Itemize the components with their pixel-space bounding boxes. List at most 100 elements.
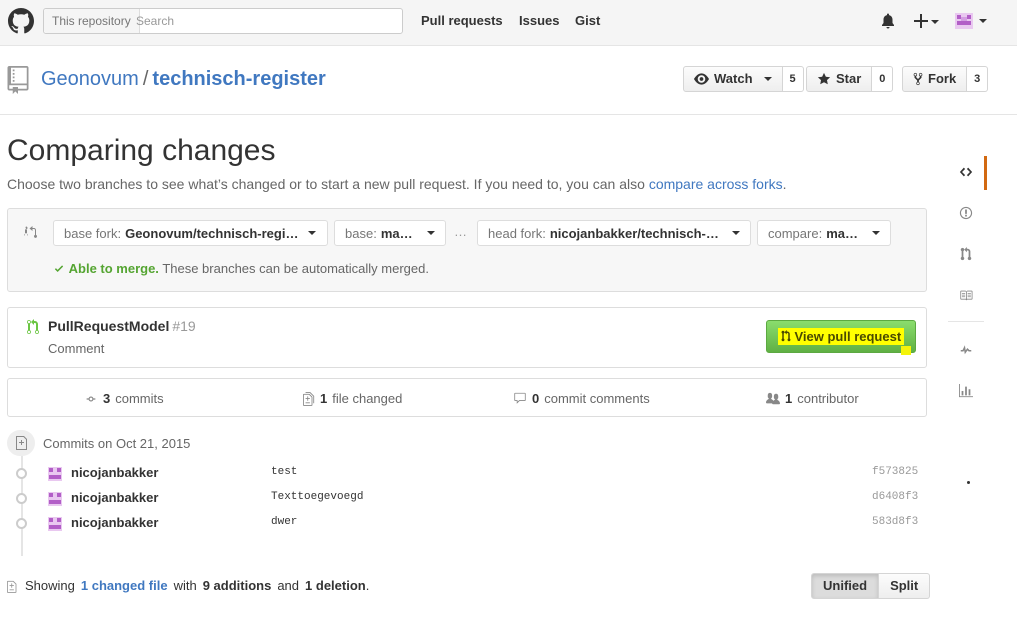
base-fork-label: base fork: [64, 225, 122, 241]
pull-request-number: #19 [172, 318, 196, 334]
split-view-button[interactable]: Split [879, 573, 931, 599]
highlight-marker-tail [901, 346, 911, 355]
unified-view-button[interactable]: Unified [811, 573, 880, 599]
files-label: file changed [332, 391, 403, 406]
watch-label: Watch [714, 71, 753, 86]
existing-pull-request: PullRequestModel #19 Comment View pull re… [7, 307, 927, 368]
eye-icon [694, 73, 709, 85]
file-diff-icon [7, 580, 17, 593]
chevron-down-icon [308, 231, 317, 235]
user-avatar-menu-icon[interactable] [954, 11, 988, 31]
star-icon [817, 72, 831, 85]
base-fork-dropdown[interactable]: base fork: Geonovum/technisch-regi… [53, 220, 328, 246]
chevron-down-icon [732, 231, 740, 235]
compare-arrows-icon [24, 226, 37, 238]
pull-request-icon [781, 330, 791, 342]
contributors-count: 1 [785, 391, 793, 406]
chevron-down-icon [872, 231, 880, 235]
author-avatar[interactable] [48, 517, 62, 531]
nav-gist[interactable]: Gist [575, 13, 600, 28]
commits-group-icon [7, 430, 35, 456]
commit-sha[interactable]: f573825 [872, 466, 918, 478]
pull-request-description: Comment [48, 341, 105, 356]
search-input[interactable] [136, 9, 396, 33]
highlight-marker: View pull request [777, 328, 905, 345]
view-pull-request-button[interactable]: View pull request [766, 320, 916, 353]
sidebar-item-issues[interactable] [948, 195, 984, 231]
merge-status-ok: Able to merge. [68, 261, 159, 276]
author-avatar[interactable] [48, 492, 62, 506]
fork-button-group: Fork 3 [902, 66, 989, 92]
fork-button[interactable]: Fork [902, 66, 968, 92]
base-fork-value: Geonovum/technisch-regi… [125, 225, 299, 241]
period-text: . [365, 578, 370, 593]
comments-label: commit comments [544, 391, 650, 406]
search-scope-badge[interactable]: This repository [44, 9, 140, 33]
nav-issues[interactable]: Issues [519, 13, 559, 28]
watch-button-group: Watch 5 [683, 66, 804, 92]
commit-author[interactable]: nicojanbakker [71, 465, 158, 480]
chevron-down-icon [427, 231, 435, 235]
repo-sidebar-nav [948, 148, 988, 418]
watch-button[interactable]: Watch [683, 66, 783, 92]
summary-contributors[interactable]: 1 contributor [766, 391, 859, 406]
head-fork-dropdown[interactable]: head fork: nicojanbakker/technisch-r… [477, 220, 751, 246]
commit-sha[interactable]: d6408f3 [872, 491, 918, 503]
base-branch-value: master [380, 225, 417, 241]
commit-message[interactable]: test [271, 466, 297, 478]
head-fork-label: head fork: [488, 225, 546, 241]
commit-sha[interactable]: 583d8f3 [872, 516, 918, 528]
github-logo-icon[interactable] [8, 8, 34, 34]
sidebar-item-pulse[interactable] [948, 332, 984, 368]
author-avatar[interactable] [48, 467, 62, 481]
merge-status: Able to merge. These branches can be aut… [53, 261, 429, 276]
repo-icon [7, 66, 29, 94]
compare-branch-value: master [826, 225, 862, 241]
commit-author[interactable]: nicojanbakker [71, 490, 158, 505]
compare-branch-dropdown[interactable]: compare: master [757, 220, 891, 246]
sidebar-item-graphs[interactable] [948, 373, 984, 409]
base-branch-dropdown[interactable]: base: master [334, 220, 446, 246]
commit-message[interactable]: dwer [271, 516, 297, 528]
and-text: and [277, 578, 300, 593]
fork-count[interactable]: 3 [967, 66, 989, 92]
graph-icon [959, 384, 973, 398]
repo-name-link[interactable]: technisch-register [152, 68, 325, 90]
range-editor: base fork: Geonovum/technisch-regi… base… [7, 208, 927, 292]
summary-files[interactable]: 1 file changed [303, 391, 402, 406]
watch-count[interactable]: 5 [782, 66, 804, 92]
search-box[interactable]: This repository [43, 8, 403, 34]
summary-commits[interactable]: 3 commits [84, 391, 164, 406]
pull-request-title-link[interactable]: PullRequestModel [48, 318, 169, 334]
page-title: Comparing changes [7, 134, 276, 167]
fork-icon [913, 72, 923, 86]
repo-owner-link[interactable]: Geonovum [41, 68, 139, 90]
page-description: Choose two branches to see what’s change… [7, 176, 787, 192]
commits-count: 3 [103, 391, 111, 406]
star-count[interactable]: 0 [872, 66, 894, 92]
files-count: 1 [320, 391, 328, 406]
sidebar-divider [948, 321, 984, 322]
range-ellipsis: … [454, 224, 467, 239]
commit-author[interactable]: nicojanbakker [71, 515, 158, 530]
summary-comments[interactable]: 0 commit comments [513, 391, 650, 406]
notifications-bell-icon[interactable] [880, 11, 896, 31]
compare-across-forks-link[interactable]: compare across forks [649, 176, 783, 192]
repo-header: Geonovum / technisch-register Watch 5 Star… [0, 46, 1017, 115]
chevron-down-icon [763, 77, 772, 81]
commit-message[interactable]: Texttoegevoegd [271, 491, 363, 503]
sidebar-item-code[interactable] [948, 154, 984, 190]
commit-dot-icon [16, 493, 27, 504]
sidebar-item-pull-requests[interactable] [948, 236, 984, 272]
create-new-plus-icon[interactable] [913, 11, 939, 31]
nav-pull-requests[interactable]: Pull requests [421, 13, 503, 28]
sidebar-item-wiki[interactable] [948, 277, 984, 313]
changed-files-link[interactable]: 1 changed file [81, 578, 168, 593]
star-button[interactable]: Star [806, 66, 873, 92]
commit-dot-icon [16, 518, 27, 529]
commit-dot-icon [16, 468, 27, 479]
repo-title: Geonovum / technisch-register [41, 68, 326, 91]
commit-row: nicojanbakker dwer 583d8f3 [0, 512, 940, 537]
sidebar-more-dot-icon[interactable] [967, 481, 970, 484]
with-text: with [173, 578, 197, 593]
